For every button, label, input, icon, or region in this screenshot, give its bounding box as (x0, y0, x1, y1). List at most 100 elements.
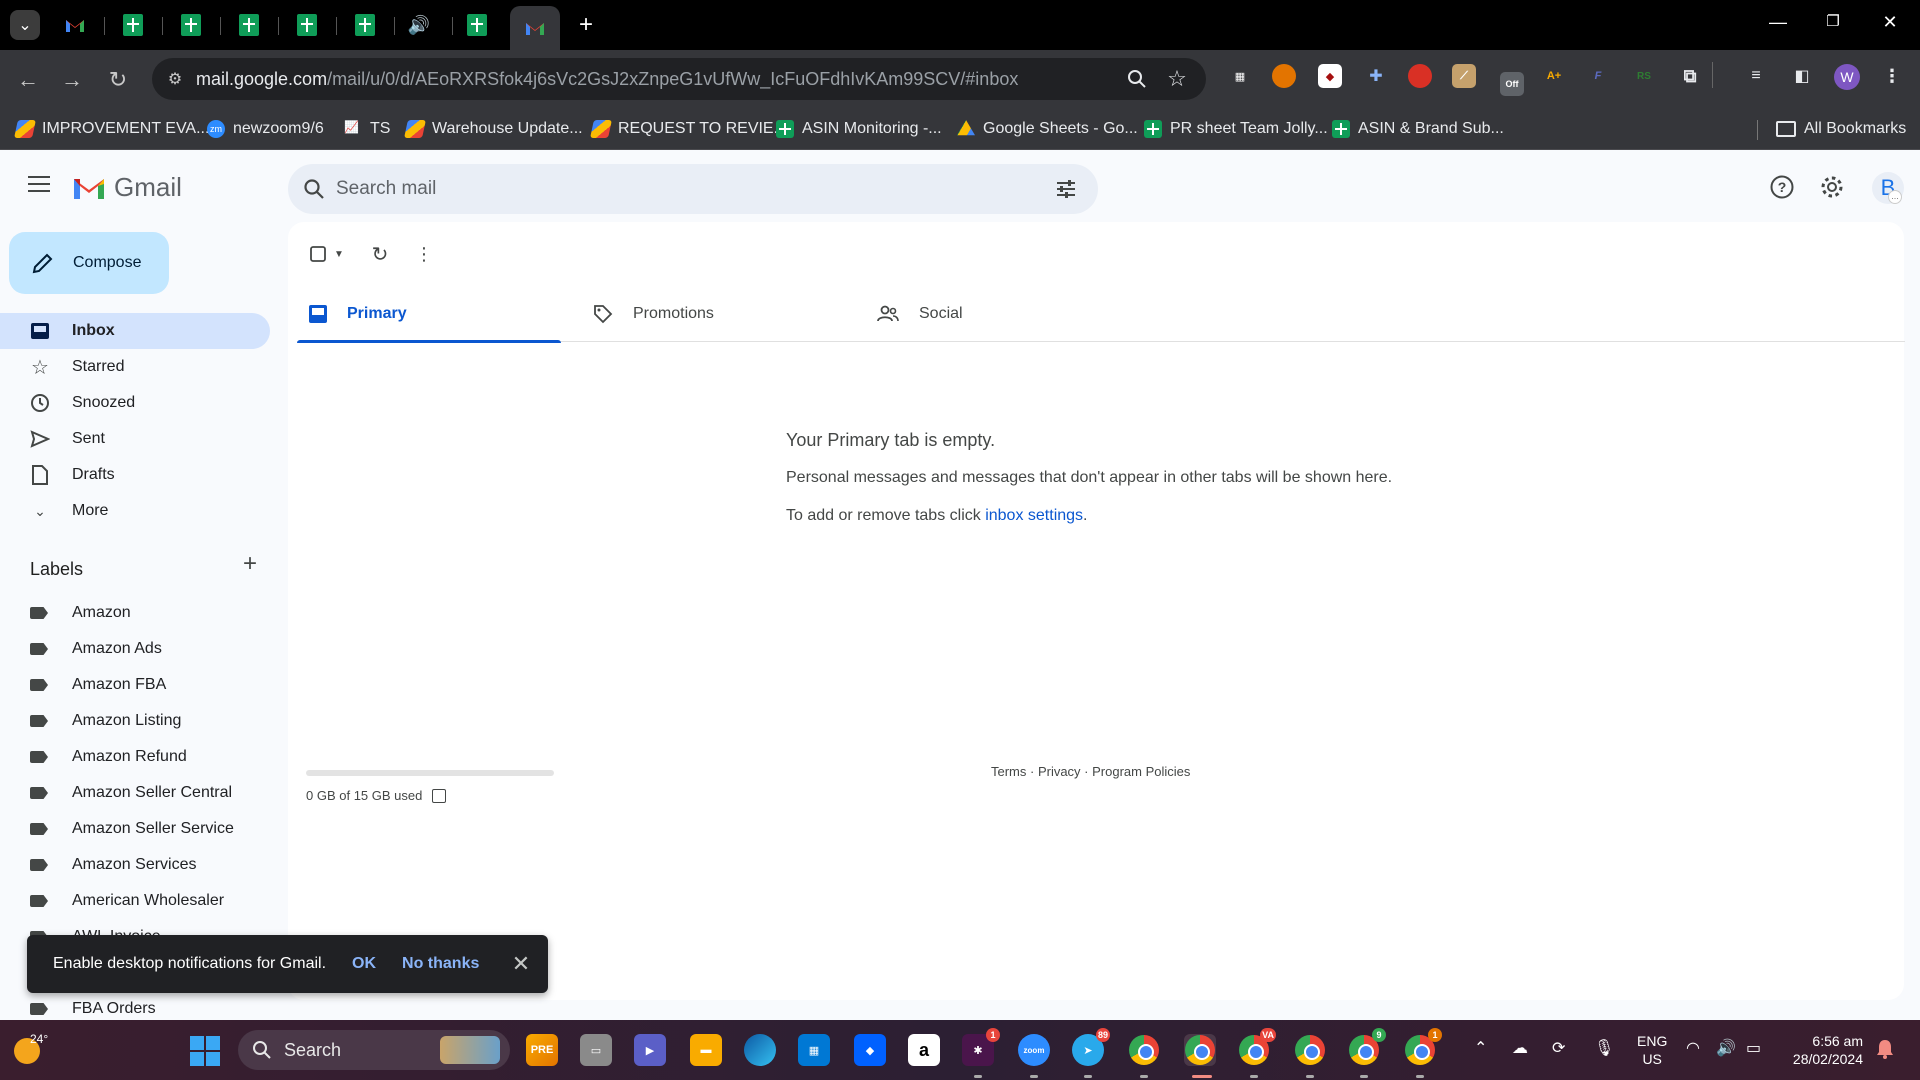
taskbar-slack-icon[interactable]: ✱ 1 (962, 1028, 1000, 1066)
taskbar-file-explorer-icon[interactable]: ▬ (690, 1034, 722, 1066)
select-all-checkbox[interactable] (306, 236, 330, 272)
tray-sync-icon[interactable]: ⟳ (1552, 1038, 1565, 1058)
label-item[interactable]: Amazon (0, 595, 270, 631)
label-item[interactable]: Amazon Seller Service (0, 811, 270, 847)
ascout-icon[interactable]: A+ (1542, 64, 1566, 88)
label-item[interactable]: American Wholesaler (0, 883, 270, 919)
ext-red-icon[interactable]: ◆ (1318, 64, 1342, 88)
tab-gmail-active[interactable] (510, 6, 560, 50)
settings-gear-icon[interactable] (1819, 174, 1845, 200)
tray-microphone-icon[interactable]: 🎙 (1594, 1038, 1614, 1058)
compose-button[interactable]: Compose (9, 232, 169, 294)
rs-ext-icon[interactable]: RS (1632, 64, 1656, 88)
weather-widget[interactable]: 24° (14, 1032, 48, 1066)
nav-drafts[interactable]: Drafts (0, 457, 270, 493)
bookmark-item[interactable]: Warehouse Update... (404, 118, 583, 140)
gmail-logo[interactable]: Gmail (72, 172, 182, 203)
bookmark-item[interactable]: ASIN & Brand Sub... (1332, 118, 1504, 140)
pokeball-icon[interactable] (1408, 64, 1432, 88)
minimize-icon[interactable]: — (1758, 12, 1798, 33)
taskbar-chrome-9-icon[interactable]: 9 (1348, 1028, 1386, 1066)
tab-sheets-4[interactable] (282, 6, 332, 44)
zoom-search-icon[interactable] (1126, 68, 1148, 90)
label-item[interactable]: Amazon Ads (0, 631, 270, 667)
close-icon[interactable]: ✕ (509, 952, 533, 976)
label-item[interactable]: Amazon FBA (0, 667, 270, 703)
chart-ext-icon[interactable]: ⟋ (1452, 64, 1476, 88)
restore-icon[interactable]: ❐ (1813, 12, 1853, 30)
label-item[interactable]: Amazon Listing (0, 703, 270, 739)
tab-sheets-5[interactable] (340, 6, 390, 44)
close-window-icon[interactable]: ✕ (1870, 12, 1910, 33)
nav-snoozed[interactable]: Snoozed (0, 385, 270, 421)
taskbar-dropbox-icon[interactable]: ◆ (854, 1034, 886, 1066)
taskbar-chrome-w-icon[interactable] (1184, 1034, 1216, 1066)
select-dropdown-icon[interactable]: ▼ (330, 236, 348, 272)
snackbar-no-thanks-button[interactable]: No thanks (402, 955, 479, 973)
label-item[interactable]: Amazon Seller Central (0, 775, 270, 811)
media-controls-icon[interactable]: ≡ (1744, 64, 1768, 88)
bookmark-item[interactable]: zm newzoom9/6 (207, 118, 324, 140)
profile-avatar[interactable]: W (1834, 64, 1860, 90)
f-ext-icon[interactable]: F (1586, 64, 1610, 88)
bookmark-item[interactable]: IMPROVEMENT EVA... (14, 118, 209, 140)
url-text[interactable]: mail.google.com/mail/u/0/d/AEoRXRSfok4j6… (196, 69, 1018, 90)
bookmark-star-icon[interactable]: ☆ (1166, 66, 1188, 91)
taskbar-telegram-icon[interactable]: ➤ 89 (1072, 1028, 1110, 1066)
help-icon[interactable]: ? (1769, 174, 1795, 200)
tab-sheets-2[interactable] (166, 6, 216, 44)
tab-sheets-6[interactable] (452, 6, 502, 44)
tab-sheets-1[interactable] (108, 6, 158, 44)
tray-wifi-icon[interactable]: ◠ (1686, 1038, 1700, 1058)
inbox-settings-link[interactable]: inbox settings (985, 507, 1083, 524)
taskbar-amazon-icon[interactable]: a (908, 1034, 940, 1066)
label-item[interactable]: Amazon Services (0, 847, 270, 883)
taskbar-chrome-profile-icon[interactable] (1294, 1034, 1326, 1066)
search-options-icon[interactable] (1054, 177, 1078, 201)
taskbar-clock[interactable]: 6:56 am 28/02/2024 (1783, 1032, 1863, 1068)
nav-more[interactable]: ⌄ More (0, 493, 270, 529)
tray-battery-icon[interactable]: ▭ (1746, 1038, 1761, 1058)
kebab-menu-icon[interactable]: ⋮ (1880, 64, 1904, 88)
search-icon[interactable] (302, 177, 326, 201)
taskbar-zoom-icon[interactable]: zoom (1018, 1034, 1050, 1066)
puzzle-blue-icon[interactable]: ✚ (1364, 64, 1388, 88)
more-options-icon[interactable]: ⋮ (406, 236, 442, 272)
tray-cloud-icon[interactable]: ☁ (1512, 1038, 1528, 1058)
taskbar-app-pre-icon[interactable]: PRE (526, 1034, 558, 1066)
bookmark-item[interactable]: 📈 TS (344, 118, 390, 140)
search-input[interactable] (336, 164, 996, 214)
taskbar-chrome-va-icon[interactable]: VA (1238, 1028, 1276, 1066)
qr-icon[interactable]: ▦ (1228, 64, 1252, 88)
nav-sent[interactable]: Sent (0, 421, 270, 457)
main-menu-icon[interactable] (28, 176, 50, 192)
tray-chevron-up-icon[interactable]: ⌃ (1474, 1038, 1487, 1058)
bookmark-item[interactable]: ASIN Monitoring -... (776, 118, 942, 140)
taskbar-search[interactable]: Search (238, 1030, 510, 1070)
start-menu-icon[interactable] (190, 1036, 220, 1066)
label-item[interactable]: Amazon Refund (0, 739, 270, 775)
label-item[interactable]: FBA Orders (0, 991, 270, 1020)
footer-links[interactable]: Terms · Privacy · Program Policies (991, 764, 1190, 779)
snackbar-ok-button[interactable]: OK (352, 955, 376, 973)
back-arrow-icon[interactable]: ← (12, 64, 44, 96)
nav-starred[interactable]: ☆ Starred (0, 349, 270, 385)
refresh-icon[interactable]: ↻ (362, 236, 398, 272)
tab-sheets-3[interactable] (224, 6, 274, 44)
address-bar[interactable]: ⚙ mail.google.com/mail/u/0/d/AEoRXRSfok4… (152, 58, 1206, 100)
extensions-puzzle-icon[interactable]: ⧉ (1678, 64, 1702, 88)
taskbar-store-icon[interactable]: ▦ (798, 1034, 830, 1066)
tab-promotions[interactable]: Promotions (581, 286, 845, 342)
bookmark-item[interactable]: REQUEST TO REVIE... (590, 118, 787, 140)
bookmark-item[interactable]: Google Sheets - Go... (957, 118, 1138, 140)
reload-icon[interactable]: ↻ (102, 64, 134, 96)
tab-primary[interactable]: Primary (297, 286, 561, 343)
nav-inbox[interactable]: Inbox (0, 313, 270, 349)
tab-audio[interactable]: 🔊 (394, 6, 444, 44)
open-storage-icon[interactable] (432, 788, 447, 803)
taskbar-teams-icon[interactable]: ▶ (634, 1034, 666, 1066)
notification-bell-icon[interactable] (1874, 1038, 1896, 1060)
add-label-icon[interactable]: + (238, 552, 262, 576)
tray-volume-icon[interactable]: 🔊 (1716, 1038, 1736, 1058)
tab-search-chevron-icon[interactable]: ⌄ (10, 10, 40, 40)
